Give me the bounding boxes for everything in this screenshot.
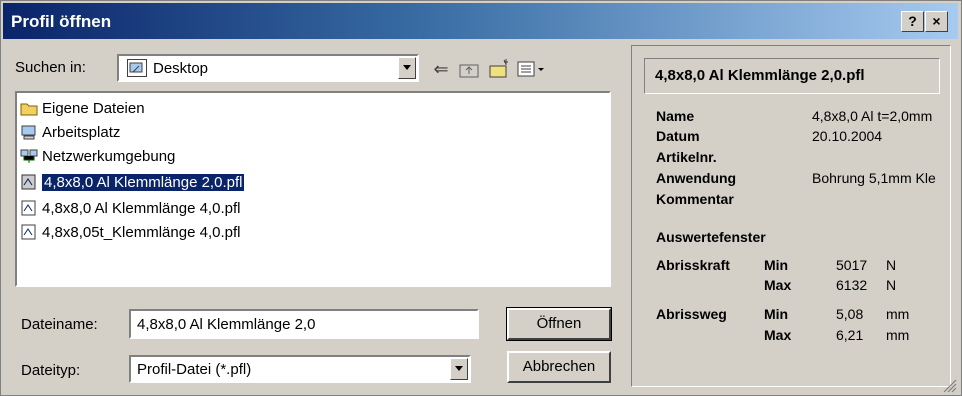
travel-min-unit: mm (886, 306, 910, 322)
preview-title: 4,8x8,0 Al Klemmlänge 2,0.pfl (655, 67, 865, 84)
travel-min-label: Min (764, 306, 789, 322)
usage-value: Bohrung 5,1mm Kle (812, 170, 936, 186)
preview-header: 4,8x8,0 Al Klemmlänge 2,0.pfl (644, 58, 940, 94)
help-button[interactable]: ? (901, 11, 924, 32)
travel-label: Abrissweg (656, 306, 727, 322)
chevron-down-icon[interactable] (398, 57, 416, 79)
profile-file-icon (20, 224, 38, 240)
folder-icon (20, 100, 38, 116)
title-bar[interactable]: Profil öffnen ? × (3, 3, 958, 39)
filename-field[interactable]: 4,8x8,0 Al Klemmlänge 2,0 (129, 309, 479, 339)
list-item[interactable]: Arbeitsplatz (20, 121, 120, 143)
file-name: 4,8x8,0 Al Klemmlänge 4,0.pfl (42, 199, 241, 217)
file-name: Netzwerkumgebung (42, 147, 176, 165)
force-min-unit: N (886, 257, 897, 273)
force-min-label: Min (764, 257, 789, 273)
filetype-dropdown[interactable]: Profil-Datei (*.pfl) (129, 355, 471, 383)
up-folder-icon[interactable] (457, 57, 481, 81)
force-label: Abrisskraft (656, 257, 730, 273)
force-max-value: 6132 (836, 277, 868, 293)
filetype-value: Profil-Datei (*.pfl) (137, 361, 252, 378)
filename-label: Dateiname: (21, 316, 98, 333)
force-max-unit: N (886, 277, 897, 293)
chevron-down-icon[interactable] (450, 358, 468, 380)
file-name: 4,8x8,0 Al Klemmlänge 2,0.pfl (42, 173, 245, 191)
article-label: Artikelnr. (656, 149, 717, 165)
new-folder-icon[interactable] (487, 57, 511, 81)
travel-max-label: Max (764, 327, 792, 343)
list-item[interactable]: 4,8x8,05t_Klemmlänge 4,0.pfl (20, 221, 240, 243)
date-label: Datum (656, 128, 700, 144)
eval-window-label: Auswertefenster (656, 229, 766, 245)
file-name: Eigene Dateien (42, 99, 145, 117)
profile-file-icon (20, 200, 38, 216)
list-item-selected[interactable]: 4,8x8,0 Al Klemmlänge 2,0.pfl (20, 171, 245, 193)
preview-panel: 4,8x8,0 Al Klemmlänge 2,0.pfl Name 4,8x8… (631, 45, 951, 387)
resize-grip-icon[interactable] (941, 377, 957, 393)
computer-icon (20, 124, 38, 140)
force-max-label: Max (764, 277, 792, 293)
travel-max-value: 6,21 (836, 327, 864, 343)
name-label: Name (656, 108, 695, 124)
network-icon (20, 148, 38, 164)
list-item[interactable]: Eigene Dateien (20, 97, 145, 119)
lookin-value: Desktop (153, 60, 209, 77)
view-menu-icon[interactable] (515, 57, 551, 81)
date-value: 20.10.2004 (812, 128, 883, 144)
comment-label: Kommentar (656, 191, 734, 207)
list-item[interactable]: Netzwerkumgebung (20, 145, 175, 167)
file-name: 4,8x8,05t_Klemmlänge 4,0.pfl (42, 223, 241, 241)
travel-max-unit: mm (886, 327, 910, 343)
file-name: Arbeitsplatz (42, 123, 121, 141)
filename-value: 4,8x8,0 Al Klemmlänge 2,0 (137, 316, 316, 333)
back-icon[interactable]: ⇐ (429, 57, 453, 81)
close-button[interactable]: × (925, 11, 948, 32)
desktop-icon (127, 59, 147, 77)
dialog-title: Profil öffnen (11, 12, 112, 31)
travel-min-value: 5,08 (836, 306, 864, 322)
usage-label: Anwendung (656, 170, 737, 186)
force-min-value: 5017 (836, 257, 868, 273)
lookin-label: Suchen in: (15, 59, 86, 76)
lookin-dropdown[interactable]: Desktop (117, 54, 419, 82)
open-profile-dialog: Profil öffnen ? × Suchen in: Desktop ⇐ E… (0, 0, 962, 396)
name-value: 4,8x8,0 Al t=2,0mm (812, 108, 933, 124)
open-button[interactable]: Öffnen (506, 307, 612, 341)
profile-file-icon (20, 174, 38, 190)
list-item[interactable]: 4,8x8,0 Al Klemmlänge 4,0.pfl (20, 197, 240, 219)
filetype-label: Dateityp: (21, 362, 81, 379)
file-list[interactable]: Eigene Dateien Arbeitsplatz Netzwerkumge… (15, 91, 611, 287)
cancel-button[interactable]: Abbrechen (507, 351, 611, 383)
